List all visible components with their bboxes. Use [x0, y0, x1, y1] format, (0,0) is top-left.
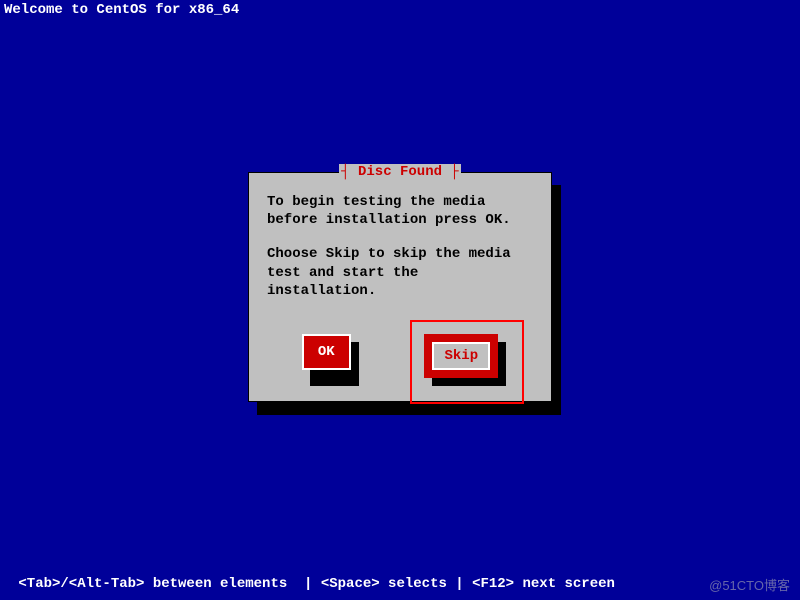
welcome-header: Welcome to CentOS for x86_64 [4, 2, 239, 18]
ok-button-label: OK [318, 344, 335, 360]
watermark: @51CTO博客 [709, 575, 790, 594]
disc-found-dialog: ┤ Disc Found ├ To begin testing the medi… [248, 172, 552, 402]
skip-button-label: Skip [444, 348, 478, 364]
dialog-message-1: To begin testing the media before instal… [267, 193, 533, 229]
ok-button[interactable]: OK [302, 334, 351, 370]
skip-button[interactable]: Skip [424, 334, 498, 378]
dialog-body: To begin testing the media before instal… [249, 173, 551, 330]
dialog-message-2: Choose Skip to skip the media test and s… [267, 245, 533, 300]
dialog-title: ┤ Disc Found ├ [339, 164, 461, 180]
footer-hints: <Tab>/<Alt-Tab> between elements | <Spac… [10, 576, 615, 592]
